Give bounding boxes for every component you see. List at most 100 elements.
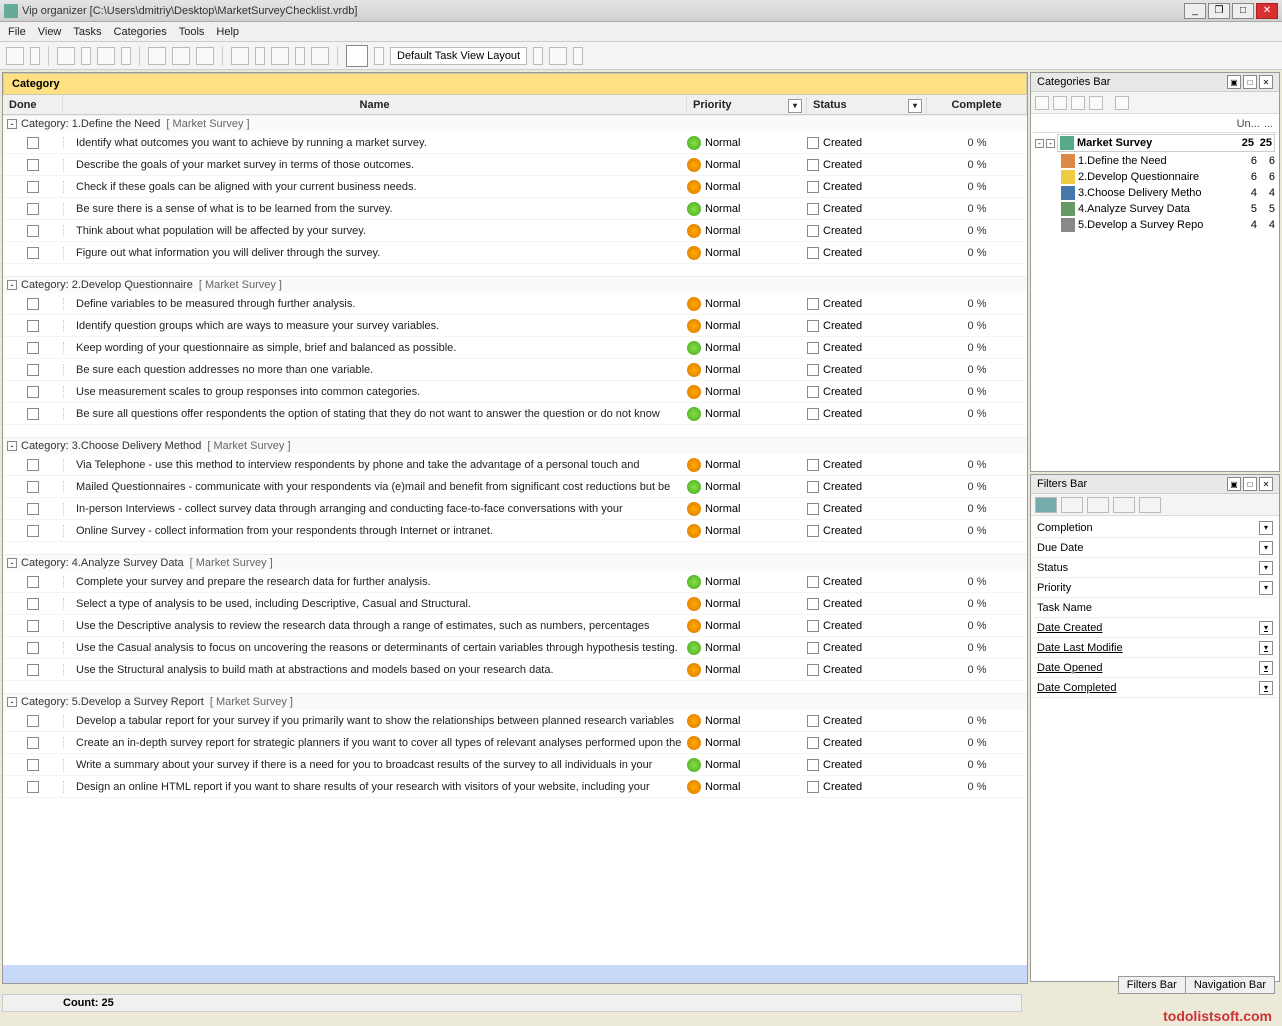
- filter-row[interactable]: Date Created▾: [1033, 618, 1277, 638]
- collapse-icon[interactable]: -: [7, 441, 17, 451]
- minimize-button[interactable]: _: [1184, 3, 1206, 19]
- filter-tb-icon[interactable]: [1113, 497, 1135, 513]
- tb-save-icon[interactable]: [97, 47, 115, 65]
- cat-tb-icon[interactable]: [1115, 96, 1129, 110]
- tree-root[interactable]: Market Survey 25 25: [1057, 134, 1275, 152]
- filter-tb-icon[interactable]: [1139, 497, 1161, 513]
- panel-pin-icon[interactable]: ▣: [1227, 477, 1241, 491]
- checkbox[interactable]: [27, 715, 39, 727]
- task-row[interactable]: Be sure all questions offer respondents …: [3, 403, 1027, 425]
- cat-tb-icon[interactable]: [1035, 96, 1049, 110]
- task-row[interactable]: Describe the goals of your market survey…: [3, 154, 1027, 176]
- chevron-down-icon[interactable]: ▾: [1259, 681, 1273, 695]
- priority-cell[interactable]: Normal: [687, 246, 807, 260]
- checkbox[interactable]: [27, 781, 39, 793]
- tb-btn-icon[interactable]: [231, 47, 249, 65]
- cat-tb-icon[interactable]: [1053, 96, 1067, 110]
- chevron-down-icon[interactable]: ▾: [1259, 641, 1273, 655]
- chevron-down-icon[interactable]: ▾: [1259, 661, 1273, 675]
- col-status[interactable]: Status▾: [807, 97, 927, 113]
- maximize-button[interactable]: □: [1232, 3, 1254, 19]
- filter-tb-icon[interactable]: [1035, 497, 1057, 513]
- task-row[interactable]: Via Telephone - use this method to inter…: [3, 454, 1027, 476]
- tb-open-icon[interactable]: [57, 47, 75, 65]
- panel-max-icon[interactable]: □: [1243, 477, 1257, 491]
- task-row[interactable]: Write a summary about your survey if the…: [3, 754, 1027, 776]
- priority-cell[interactable]: Normal: [687, 736, 807, 750]
- menu-file[interactable]: File: [8, 26, 26, 38]
- checkbox[interactable]: [27, 225, 39, 237]
- layout-name[interactable]: Default Task View Layout: [390, 47, 527, 65]
- tree-item[interactable]: 4.Analyze Survey Data 5 5: [1033, 201, 1277, 217]
- group-header[interactable]: - Category: 2.Develop Questionnaire [ Ma…: [3, 276, 1027, 293]
- task-row[interactable]: Define variables to be measured through …: [3, 293, 1027, 315]
- priority-cell[interactable]: Normal: [687, 341, 807, 355]
- task-row[interactable]: Create an in-depth survey report for str…: [3, 732, 1027, 754]
- restore-button[interactable]: ❐: [1208, 3, 1230, 19]
- task-row[interactable]: Figure out what information you will del…: [3, 242, 1027, 264]
- group-header[interactable]: - Category: 1.Define the Need [ Market S…: [3, 115, 1027, 132]
- col-done[interactable]: Done: [3, 97, 63, 113]
- status-cell[interactable]: Created: [807, 598, 927, 610]
- task-row[interactable]: Use measurement scales to group response…: [3, 381, 1027, 403]
- selection-row[interactable]: [3, 965, 1027, 983]
- priority-cell[interactable]: Normal: [687, 524, 807, 538]
- status-cell[interactable]: Created: [807, 247, 927, 259]
- menu-view[interactable]: View: [38, 26, 62, 38]
- status-cell[interactable]: Created: [807, 620, 927, 632]
- status-cell[interactable]: Created: [807, 737, 927, 749]
- tree-item[interactable]: 3.Choose Delivery Metho 4 4: [1033, 185, 1277, 201]
- chevron-down-icon[interactable]: ▾: [1259, 521, 1273, 535]
- task-row[interactable]: Be sure each question addresses no more …: [3, 359, 1027, 381]
- task-row[interactable]: Complete your survey and prepare the res…: [3, 571, 1027, 593]
- status-cell[interactable]: Created: [807, 408, 927, 420]
- chevron-down-icon[interactable]: ▾: [788, 99, 802, 113]
- priority-cell[interactable]: Normal: [687, 502, 807, 516]
- checkbox[interactable]: [27, 181, 39, 193]
- filter-row[interactable]: Date Opened▾: [1033, 658, 1277, 678]
- filter-tb-icon[interactable]: [1087, 497, 1109, 513]
- col-complete[interactable]: Complete: [927, 97, 1027, 113]
- status-cell[interactable]: Created: [807, 364, 927, 376]
- chevron-down-icon[interactable]: ▾: [908, 99, 922, 113]
- checkbox[interactable]: [27, 203, 39, 215]
- tb-btn-icon[interactable]: [549, 47, 567, 65]
- status-cell[interactable]: Created: [807, 503, 927, 515]
- filter-row[interactable]: Status▾: [1033, 558, 1277, 578]
- cat-tb-icon[interactable]: [1071, 96, 1085, 110]
- task-row[interactable]: Identify question groups which are ways …: [3, 315, 1027, 337]
- chevron-down-icon[interactable]: ▾: [1259, 561, 1273, 575]
- tb-new-drop[interactable]: [30, 47, 40, 65]
- checkbox[interactable]: [27, 759, 39, 771]
- task-row[interactable]: Mailed Questionnaires - communicate with…: [3, 476, 1027, 498]
- status-cell[interactable]: Created: [807, 481, 927, 493]
- task-row[interactable]: Develop a tabular report for your survey…: [3, 710, 1027, 732]
- status-cell[interactable]: Created: [807, 642, 927, 654]
- task-row[interactable]: Use the Descriptive analysis to review t…: [3, 615, 1027, 637]
- filter-row[interactable]: Completion▾: [1033, 518, 1277, 538]
- chevron-down-icon[interactable]: ▾: [1259, 621, 1273, 635]
- menu-tasks[interactable]: Tasks: [73, 26, 101, 38]
- tb-layout-icon[interactable]: [346, 45, 368, 67]
- tree-item[interactable]: 2.Develop Questionnaire 6 6: [1033, 169, 1277, 185]
- col-priority[interactable]: Priority▾: [687, 97, 807, 113]
- checkbox[interactable]: [27, 481, 39, 493]
- priority-cell[interactable]: Normal: [687, 480, 807, 494]
- cat-tb-icon[interactable]: [1089, 96, 1103, 110]
- tb-btn-icon[interactable]: [271, 47, 289, 65]
- filter-row[interactable]: Date Last Modifie▾: [1033, 638, 1277, 658]
- close-button[interactable]: ✕: [1256, 3, 1278, 19]
- status-cell[interactable]: Created: [807, 576, 927, 588]
- task-row[interactable]: Be sure there is a sense of what is to b…: [3, 198, 1027, 220]
- task-row[interactable]: Use the Casual analysis to focus on unco…: [3, 637, 1027, 659]
- task-row[interactable]: Keep wording of your questionnaire as si…: [3, 337, 1027, 359]
- status-cell[interactable]: Created: [807, 159, 927, 171]
- task-row[interactable]: Select a type of analysis to be used, in…: [3, 593, 1027, 615]
- priority-cell[interactable]: Normal: [687, 202, 807, 216]
- filter-row[interactable]: Task Name: [1033, 598, 1277, 618]
- task-row[interactable]: Think about what population will be affe…: [3, 220, 1027, 242]
- checkbox[interactable]: [27, 247, 39, 259]
- checkbox[interactable]: [27, 137, 39, 149]
- status-cell[interactable]: Created: [807, 781, 927, 793]
- chevron-down-icon[interactable]: ▾: [1259, 581, 1273, 595]
